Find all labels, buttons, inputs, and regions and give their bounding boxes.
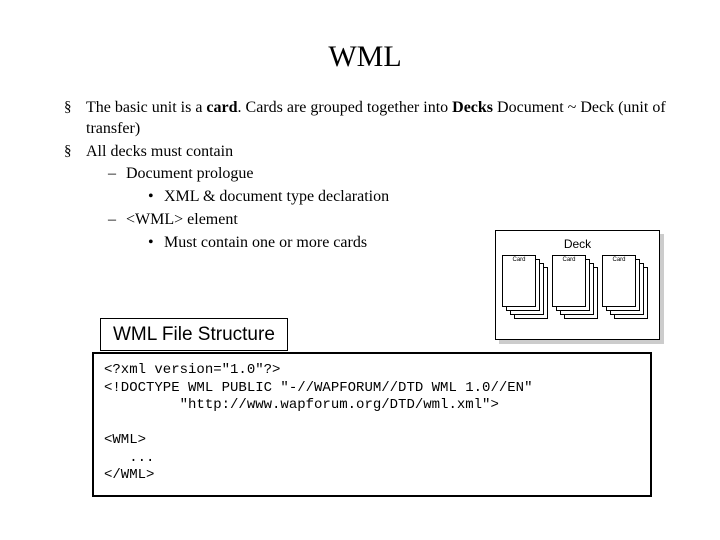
sub-bullet: Document prologue XML & document type de… [108, 164, 670, 208]
text-bold: Decks [452, 99, 493, 116]
bullet-item: The basic unit is a card. Cards are grou… [64, 98, 670, 140]
text: All decks must contain [86, 143, 233, 160]
card-label: Card [603, 256, 635, 263]
code-line: "http://www.wapforum.org/DTD/wml.xml"> [104, 397, 499, 413]
text: Document prologue [126, 165, 254, 182]
text: Must contain one or more cards [164, 234, 367, 251]
deck-diagram: Deck Card Card Card Card Card Card Card … [495, 230, 665, 348]
text-bold: card [206, 99, 237, 116]
card-label: Card [503, 256, 535, 263]
file-structure-heading: WML File Structure [100, 318, 288, 351]
slide: WML The basic unit is a card. Cards are … [0, 0, 720, 540]
card-label: Card [553, 256, 585, 263]
code-line: <WML> [104, 432, 146, 448]
cards-area: Card Card Card Card Card Card Card Card … [496, 255, 659, 325]
card-icon: Card [502, 255, 536, 307]
sub-sub-list: XML & document type declaration [126, 187, 670, 208]
sub-sub-bullet: XML & document type declaration [148, 187, 670, 208]
text: . Cards are grouped together into [238, 99, 453, 116]
card-icon: Card [602, 255, 636, 307]
text: The basic unit is a [86, 99, 206, 116]
code-line: ... [104, 450, 154, 466]
code-line: <?xml version="1.0"?> [104, 362, 280, 378]
code-block: <?xml version="1.0"?> <!DOCTYPE WML PUBL… [92, 352, 652, 497]
code-line: </WML> [104, 467, 154, 483]
text: XML & document type declaration [164, 188, 389, 205]
code-line: <!DOCTYPE WML PUBLIC "-//WAPFORUM//DTD W… [104, 380, 532, 396]
slide-title: WML [50, 40, 680, 74]
card-icon: Card [552, 255, 586, 307]
text: <WML> element [126, 211, 238, 228]
deck-box: Deck Card Card Card Card Card Card Card … [495, 230, 660, 340]
deck-label: Deck [496, 231, 659, 255]
